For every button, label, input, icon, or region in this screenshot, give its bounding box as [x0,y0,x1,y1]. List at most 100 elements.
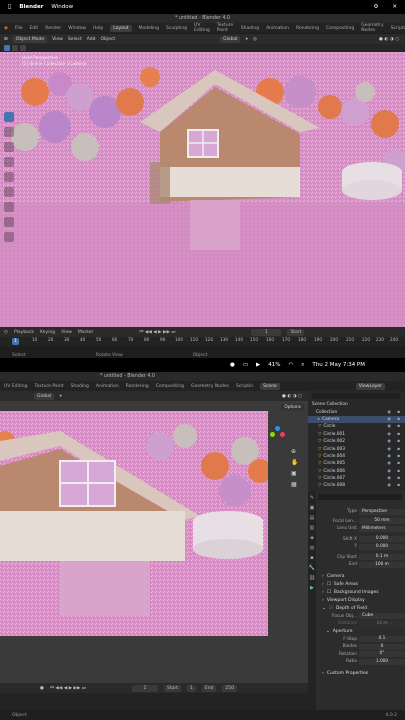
camera-restrict-icon[interactable]: ▪ [397,439,400,444]
eye-icon[interactable]: ◉ [387,469,391,474]
marker-menu[interactable]: Marker [78,330,94,335]
timeline-icon[interactable]: ◷ [4,330,8,335]
menu-render[interactable]: Render [45,26,61,31]
timeline-area-bottom[interactable] [0,693,308,711]
custom-properties-section[interactable]: › Custom Properties [316,670,405,678]
outliner-row[interactable]: ▽ Circle.006 ◉ ▪ [308,468,405,475]
eye-icon[interactable]: ◉ [387,476,391,481]
depth-of-field-section[interactable]: ⌄ ☑ Depth of Field [316,605,405,613]
camera-restrict-icon[interactable]: ▪ [397,461,400,466]
aperture-section[interactable]: ⌄ Aperture [316,628,405,636]
keyframe-icon[interactable]: ● [40,686,44,691]
end-label-2[interactable]: End [201,684,217,692]
camera-restrict-icon[interactable]: ▪ [397,432,400,437]
tab-uv-editing[interactable]: UV Editing [194,23,210,33]
orientation-dropdown[interactable]: Global [220,35,241,43]
start-frame-label[interactable]: Start [287,328,305,336]
eye-icon[interactable]: ◉ [387,454,391,459]
checkbox-checked-icon[interactable]: ☑ [329,606,333,611]
outliner-row[interactable]: ▽ Circle ◉ ▪ [308,423,405,430]
mode-dropdown[interactable]: Object Mode [12,35,48,43]
output-tab-icon[interactable]: ▤ [310,515,315,521]
menu-edit[interactable]: Edit [29,26,38,31]
measure-tool-icon[interactable] [4,217,14,227]
orientation-dropdown-2[interactable]: Global [34,392,55,400]
record-icon[interactable]: ● [230,362,235,368]
menu-file[interactable]: File [15,26,23,31]
select-subtract-icon[interactable] [20,45,26,51]
camera-restrict-icon[interactable]: ▪ [397,424,400,429]
cursor-tool-icon[interactable] [4,127,14,137]
tab-geometry-nodes-2[interactable]: Geometry Nodes [191,384,229,389]
transform-tool-icon[interactable] [4,187,14,197]
modifier-tab-icon[interactable]: 🔧 [309,565,315,571]
current-frame-field-2[interactable]: 1 [131,684,158,692]
camera-restrict-icon[interactable]: ▪ [397,469,400,474]
tab-texture-paint-2[interactable]: Texture Paint [34,384,63,389]
start-label-2[interactable]: Start [163,684,181,692]
camera-restrict-icon[interactable]: ▪ [397,410,400,415]
shift-y-field[interactable]: 0.000 [359,543,405,550]
tool-tab-icon[interactable]: ✎ [310,495,314,501]
camera-view-icon[interactable]: ▣ [291,470,298,477]
annotate-tool-icon[interactable] [4,202,14,212]
shift-x-field[interactable]: 0.000 [359,536,405,543]
clip-start-field[interactable]: 0.1 m [359,554,405,561]
blender-logo-icon[interactable]: ◉ [4,26,8,31]
outliner-search-input[interactable] [312,393,400,399]
tab-modeling[interactable]: Modeling [139,26,159,31]
viewport-display-section[interactable]: › Viewport Display [316,597,405,605]
lens-unit-dropdown[interactable]: Millimeters [359,525,405,532]
proportional-icon[interactable]: ◎ [253,37,257,42]
tab-shading-2[interactable]: Shading [71,384,89,389]
tab-rendering[interactable]: Rendering [296,26,319,31]
rotation-field[interactable]: 0° [359,651,405,658]
view-layer-tab-icon[interactable]: ▥ [310,525,315,531]
blades-field[interactable]: 0 [359,643,405,650]
safe-areas-section[interactable]: › ☐ Safe Areas [316,581,405,589]
outliner-row[interactable]: ▽ Circle.001 ◉ ▪ [308,431,405,438]
tab-compositing-2[interactable]: Compositing [156,384,184,389]
tab-animation-2[interactable]: Animation [96,384,119,389]
select-menu[interactable]: Select [68,37,82,42]
tab-geometry-nodes[interactable]: Geometry Nodes [361,23,383,33]
shading-icons[interactable]: ● ◐ ◑ ○ [379,37,399,42]
fstop-field[interactable]: 0.1 [359,636,405,643]
control-center-icon[interactable]: ⚙ [373,4,378,10]
clip-end-field[interactable]: 100 m [359,561,405,568]
viewport-3d-bottom[interactable]: Options ⊕ ✋ ▣ ▦ [0,401,308,683]
tab-compositing[interactable]: Compositing [326,26,354,31]
close-icon[interactable]: ✕ [392,4,397,10]
constraints-tab-icon[interactable]: ⛓ [309,575,315,581]
camera-restrict-icon[interactable]: ▪ [397,447,400,452]
render-tab-icon[interactable]: ▣ [310,505,315,511]
checkbox-icon[interactable]: ☐ [327,582,331,587]
tab-rendering-2[interactable]: Rendering [126,384,149,389]
scene-tab-icon[interactable]: ◈ [310,535,314,541]
background-images-section[interactable]: › ☐ Background Images [316,589,405,597]
eye-icon[interactable]: ◉ [387,439,391,444]
viewlayer-selector[interactable]: ViewLayer [355,382,385,390]
zoom-icon[interactable]: ⊕ [291,448,298,455]
eye-icon[interactable]: ◉ [387,432,391,437]
eye-icon[interactable]: ◉ [387,447,391,452]
outliner-row[interactable]: ▽ Circle.004 ◉ ▪ [308,453,405,460]
playback-controls[interactable]: ⏮ ◀◀ ◀ ▶ ▶▶ ⏭ [139,329,175,335]
menu-help[interactable]: Help [93,26,103,31]
playhead[interactable]: 1 [12,338,19,345]
tab-scripting[interactable]: Scripti [391,26,405,31]
camera-section[interactable]: › Camera [316,573,405,581]
select-tool-icon[interactable] [4,112,14,122]
snap-icon-2[interactable]: ⌖ [59,393,62,399]
end-value-2[interactable]: 250 [222,684,237,692]
playback-menu[interactable]: Playback [14,330,34,335]
focus-object-field[interactable]: Cube [359,613,405,620]
search-icon[interactable]: ⌕ [301,362,304,369]
tab-sculpting[interactable]: Sculpting [166,26,187,31]
eye-icon[interactable]: ◉ [387,483,391,488]
focal-length-field[interactable]: 50 mm [359,518,405,525]
eye-icon[interactable]: ◉ [387,417,391,422]
eye-icon[interactable]: ◉ [387,424,391,429]
world-tab-icon[interactable]: ◍ [310,545,314,551]
object-tab-icon[interactable]: ▪ [310,555,313,561]
